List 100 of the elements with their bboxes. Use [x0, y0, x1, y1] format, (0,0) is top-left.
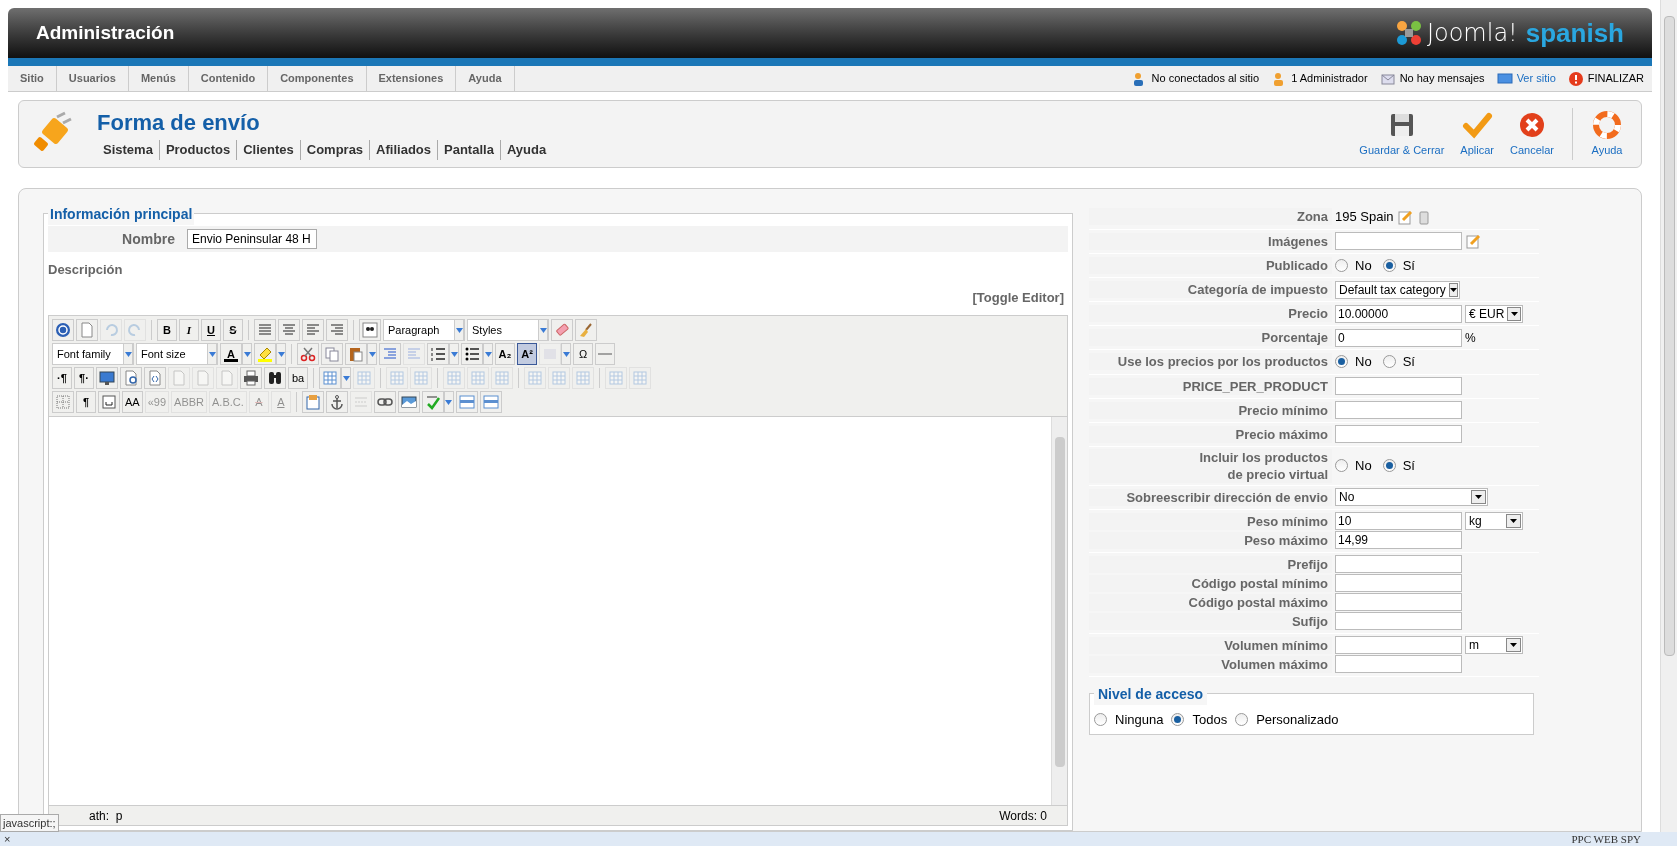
- editor-button[interactable]: [264, 367, 286, 389]
- menu-item[interactable]: Usuarios: [56, 66, 129, 91]
- editor-button[interactable]: A²: [517, 343, 537, 365]
- caret-icon: [445, 399, 453, 405]
- dropdown[interactable]: m: [1465, 636, 1523, 654]
- site-link[interactable]: Ver sitio: [1516, 70, 1556, 87]
- submenu-link[interactable]: Clientes: [236, 140, 300, 160]
- toolbar-button[interactable]: Aplicar: [1454, 107, 1500, 161]
- submenu-link[interactable]: Ayuda: [499, 140, 553, 160]
- menu-item[interactable]: Sitio: [8, 66, 57, 91]
- radio-button[interactable]: [1335, 355, 1348, 369]
- menu-item[interactable]: Extensiones: [366, 66, 457, 91]
- text-field[interactable]: [1335, 401, 1462, 419]
- submenu-link[interactable]: Sistema: [97, 140, 159, 160]
- document-icon: [195, 370, 211, 386]
- align-justify-icon: [257, 322, 273, 338]
- editor-button[interactable]: [240, 367, 262, 389]
- dropdown[interactable]: Default tax category: [1335, 280, 1460, 299]
- editor-button[interactable]: AA: [122, 391, 143, 413]
- text-field[interactable]: [1335, 612, 1462, 630]
- status-text: 1 Administrador: [1291, 71, 1368, 87]
- text-field[interactable]: [1335, 636, 1462, 654]
- dropdown[interactable]: Paragraph: [383, 319, 465, 341]
- horizontal-rule-icon: [598, 353, 612, 355]
- logo-wordmark: Joomla!: [1426, 18, 1518, 49]
- editor-button[interactable]: [461, 343, 483, 365]
- text-field[interactable]: [1335, 574, 1462, 592]
- close-button[interactable]: ×: [4, 833, 11, 845]
- editor-button[interactable]: [359, 319, 381, 341]
- submenu-link[interactable]: Afiliados: [369, 140, 437, 160]
- toolbar-button[interactable]: Guardar & Cerrar: [1353, 107, 1451, 161]
- editor-button[interactable]: B: [157, 319, 177, 341]
- dropdown[interactable]: kg: [1465, 512, 1523, 530]
- dropdown[interactable]: Font size: [136, 343, 218, 365]
- layer-icon: [482, 394, 499, 410]
- menu-item[interactable]: Ayuda: [456, 66, 515, 91]
- editor-button[interactable]: Ω: [573, 343, 593, 365]
- name-field[interactable]: Envio Peninsular 48 H: [187, 229, 317, 249]
- menu-item[interactable]: Componentes: [268, 66, 367, 91]
- editor-button[interactable]: ·¶: [52, 367, 72, 389]
- binoculars-icon: [267, 370, 283, 386]
- text-field[interactable]: [1335, 425, 1462, 443]
- unit-label: %: [1465, 329, 1476, 347]
- toolbar-button[interactable]: Ayuda: [1585, 107, 1629, 161]
- brand-label: PPC WEB SPY: [1571, 833, 1641, 845]
- radio-button[interactable]: [1335, 459, 1348, 472]
- radio-label: No: [1355, 256, 1372, 275]
- dotted-grid-icon: [55, 394, 71, 410]
- dropdown[interactable]: Styles: [467, 319, 549, 341]
- menu-item[interactable]: Contenido: [188, 66, 269, 91]
- scrollbar[interactable]: [1051, 417, 1067, 805]
- editor-button[interactable]: A: [220, 343, 242, 365]
- editor-button[interactable]: I: [179, 319, 199, 341]
- radio-button[interactable]: [1382, 258, 1396, 272]
- text-field[interactable]: [1335, 655, 1462, 673]
- text-field[interactable]: 10: [1335, 512, 1462, 530]
- scrollbar[interactable]: [1660, 0, 1677, 832]
- edit-icon[interactable]: [1465, 233, 1481, 249]
- caret-icon: [1510, 643, 1517, 647]
- editor-button[interactable]: [373, 391, 396, 413]
- text-field[interactable]: 0: [1335, 328, 1462, 347]
- toggle-editor-link[interactable]: [Toggle Editor]: [972, 287, 1064, 307]
- clipboard-icon: [348, 346, 364, 362]
- dropdown[interactable]: € EUR: [1465, 304, 1523, 323]
- radio-button[interactable]: [1335, 258, 1348, 272]
- radio-button[interactable]: [1235, 713, 1249, 727]
- editor-button[interactable]: ba: [288, 367, 308, 389]
- indent-icon: [382, 346, 398, 362]
- editor-button[interactable]: U: [201, 319, 221, 341]
- table-icon: [632, 370, 648, 386]
- radio-button[interactable]: [1382, 355, 1396, 369]
- field-label: Descripción: [48, 261, 124, 279]
- caret-icon: [1475, 495, 1482, 499]
- radio-button[interactable]: [1094, 713, 1107, 727]
- editor-button[interactable]: ¶: [76, 391, 96, 413]
- text-field[interactable]: [1335, 555, 1462, 573]
- editor-button[interactable]: A₂: [495, 343, 515, 365]
- text-field[interactable]: 14,99: [1335, 531, 1462, 549]
- text-field[interactable]: [1335, 377, 1462, 395]
- text-field[interactable]: [1335, 593, 1462, 611]
- undo-icon: [103, 322, 119, 338]
- dropdown[interactable]: No: [1335, 488, 1488, 506]
- submenu-link[interactable]: Productos: [158, 140, 237, 160]
- table-icon: [389, 370, 405, 386]
- field-value: 195 Spain: [1335, 208, 1394, 226]
- edit-icon[interactable]: [1396, 208, 1413, 225]
- submenu-link[interactable]: Compras: [299, 140, 370, 160]
- alert-icon: [1567, 70, 1584, 87]
- editor-button[interactable]: [427, 343, 449, 365]
- text-field[interactable]: [1335, 232, 1462, 250]
- text-field[interactable]: 10.00000: [1335, 304, 1462, 323]
- radio-button[interactable]: [1171, 713, 1185, 727]
- table-icon: [494, 370, 510, 386]
- dropdown[interactable]: Font family: [52, 343, 134, 365]
- editor-button[interactable]: [96, 367, 118, 389]
- menu-item[interactable]: Menús: [128, 66, 189, 91]
- submenu-link[interactable]: Pantalla: [437, 140, 500, 160]
- editor-button[interactable]: ¶·: [74, 367, 94, 389]
- radio-button[interactable]: [1382, 459, 1396, 472]
- toolbar-button[interactable]: Cancelar: [1503, 107, 1560, 161]
